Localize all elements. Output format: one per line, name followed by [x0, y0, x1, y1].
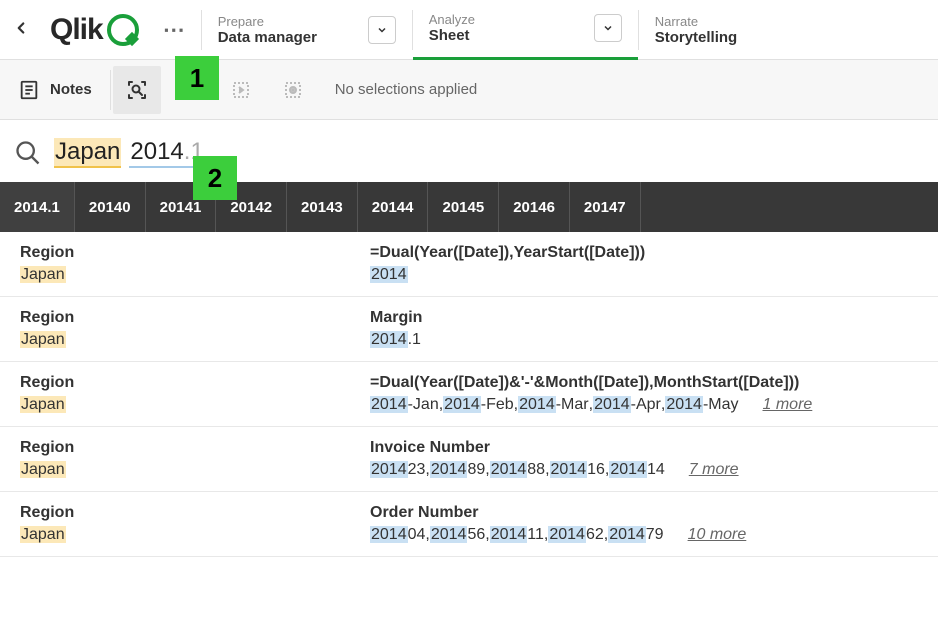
more-link[interactable]: 10 more	[688, 526, 747, 544]
notes-button[interactable]: Notes	[0, 79, 110, 101]
nav-analyze[interactable]: Analyze Sheet	[413, 0, 638, 60]
tab-2014.1[interactable]: 2014.1	[0, 182, 75, 232]
tab-20147[interactable]: 20147	[570, 182, 641, 232]
tab-20143[interactable]: 20143	[287, 182, 358, 232]
result-row[interactable]: RegionJapan=Dual(Year([Date])&'-'&Month(…	[0, 362, 938, 427]
result-row[interactable]: RegionJapanOrder Number201404 , 201456 ,…	[0, 492, 938, 557]
tab-20146[interactable]: 20146	[499, 182, 570, 232]
toolbar: Notes 1 No selections applied	[0, 60, 938, 120]
notes-icon	[18, 79, 40, 101]
back-arrow[interactable]	[0, 16, 42, 44]
nav-prepare[interactable]: Prepare Data manager	[202, 0, 412, 60]
result-row[interactable]: RegionJapanInvoice Number201423 , 201489…	[0, 427, 938, 492]
top-nav: Qlik ⋯ Prepare Data manager Analyze Shee…	[0, 0, 938, 60]
tab-20144[interactable]: 20144	[358, 182, 429, 232]
more-link[interactable]: 7 more	[689, 461, 739, 479]
more-link[interactable]: 1 more	[763, 396, 813, 414]
search-bar: Japan 2014.1 2	[0, 120, 938, 182]
tab-20145[interactable]: 20145	[428, 182, 499, 232]
prepare-dropdown[interactable]	[368, 16, 396, 44]
search-suggestion-tabs: 2014.12014020141201422014320144201452014…	[0, 182, 938, 232]
clear-selections-button[interactable]	[269, 66, 317, 114]
more-menu[interactable]: ⋯	[147, 17, 201, 43]
nav-narrate[interactable]: Narrate Storytelling	[639, 0, 754, 60]
result-row[interactable]: RegionJapan=Dual(Year([Date]),YearStart(…	[0, 232, 938, 297]
result-row[interactable]: RegionJapanMargin2014.1	[0, 297, 938, 362]
analyze-dropdown[interactable]	[594, 14, 622, 42]
annotation-marker-2: 2	[193, 156, 237, 200]
search-icon	[14, 139, 42, 167]
qlik-logo[interactable]: Qlik	[42, 13, 147, 47]
smart-search-button[interactable]	[113, 66, 161, 114]
search-results: RegionJapan=Dual(Year([Date]),YearStart(…	[0, 232, 938, 557]
search-input[interactable]: Japan 2014.1	[54, 138, 205, 168]
qlik-logo-icon	[107, 14, 139, 46]
annotation-marker-1: 1	[175, 56, 219, 100]
tab-20140[interactable]: 20140	[75, 182, 146, 232]
no-selections-text: No selections applied	[335, 81, 478, 98]
step-back-button[interactable]	[217, 66, 265, 114]
